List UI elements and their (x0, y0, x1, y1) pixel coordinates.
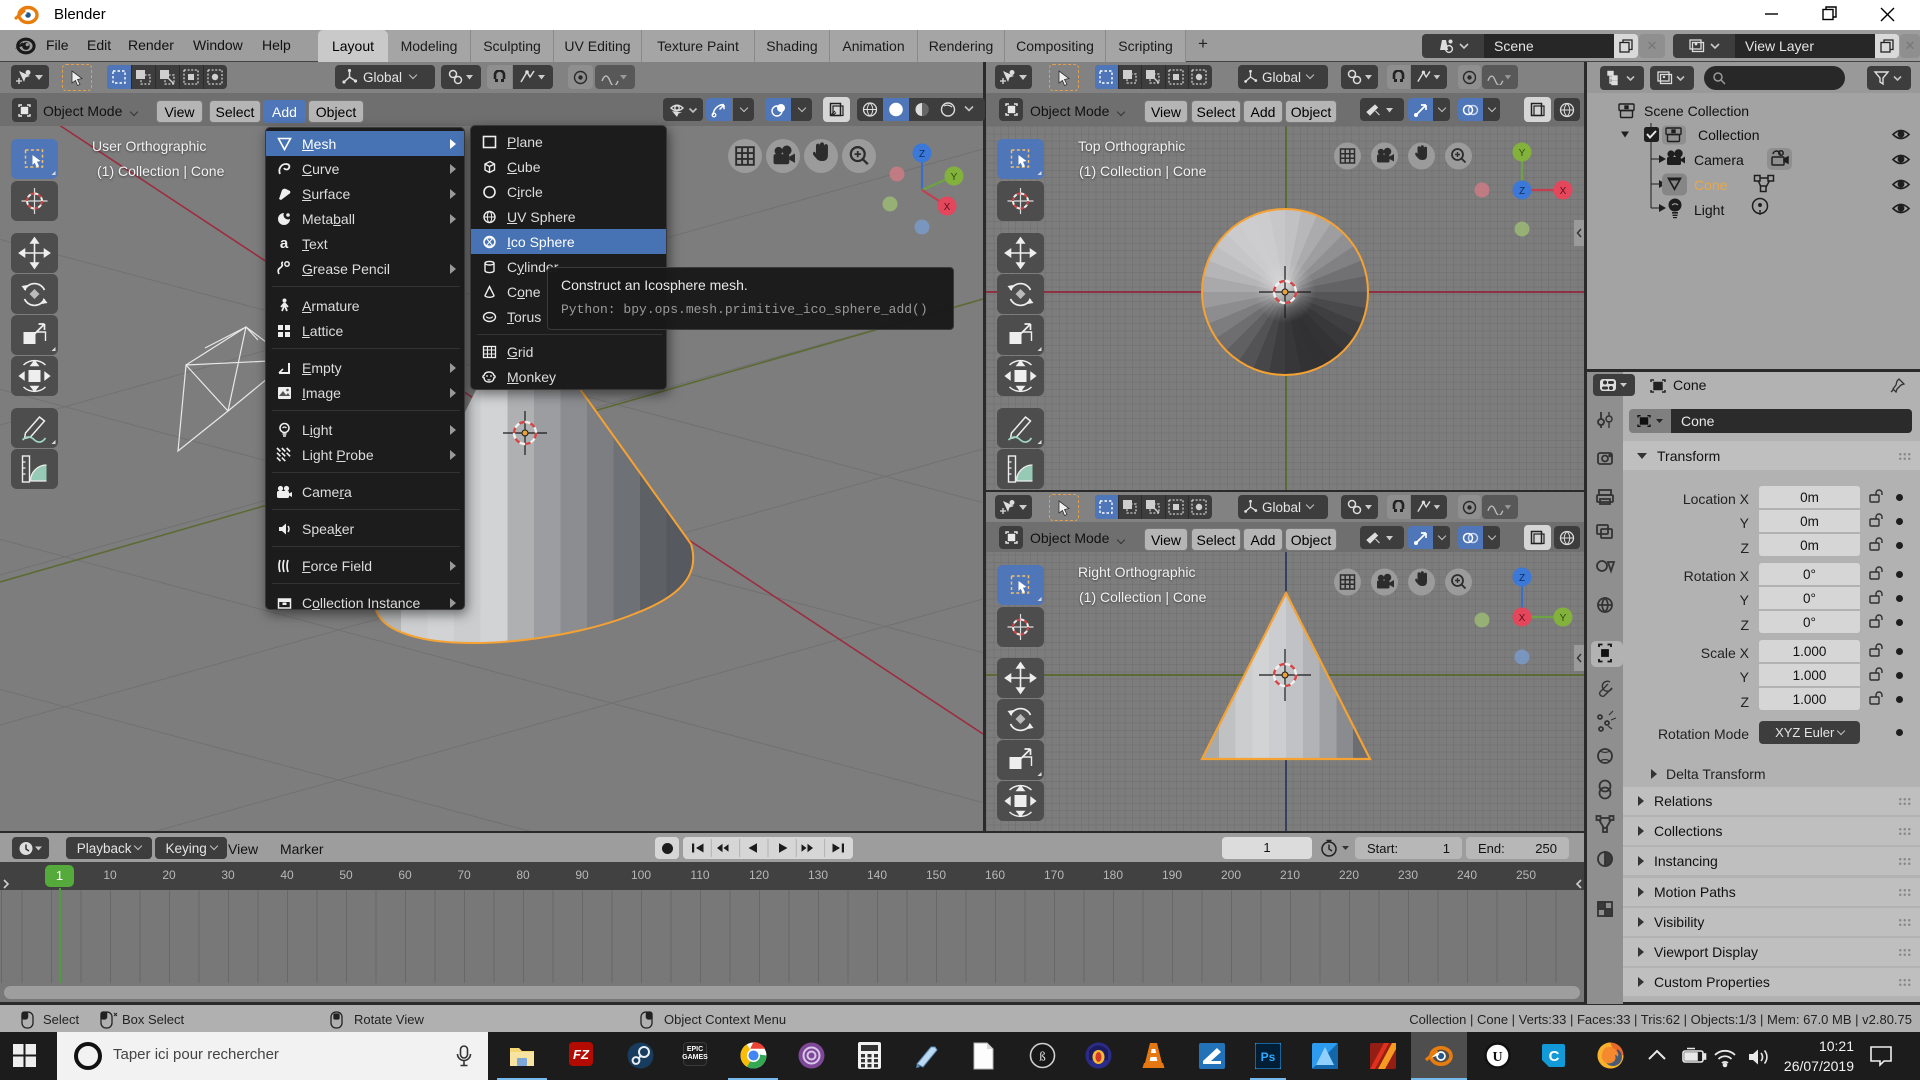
svg-text:Y: Y (1560, 613, 1567, 624)
svg-text:ß: ß (1039, 1049, 1046, 1064)
svg-text:Y: Y (1519, 148, 1526, 159)
svg-text:Ps: Ps (1261, 1050, 1276, 1064)
svg-text:X: X (1519, 613, 1526, 624)
svg-text:X: X (944, 202, 951, 213)
svg-text:X: X (1560, 186, 1567, 197)
svg-text:U: U (1492, 1050, 1502, 1065)
svg-text:C: C (1549, 1048, 1560, 1065)
svg-text:Z: Z (1519, 186, 1525, 197)
svg-text:Z: Z (919, 149, 925, 160)
svg-text:Y: Y (951, 172, 958, 183)
svg-text:Z: Z (1519, 573, 1525, 584)
